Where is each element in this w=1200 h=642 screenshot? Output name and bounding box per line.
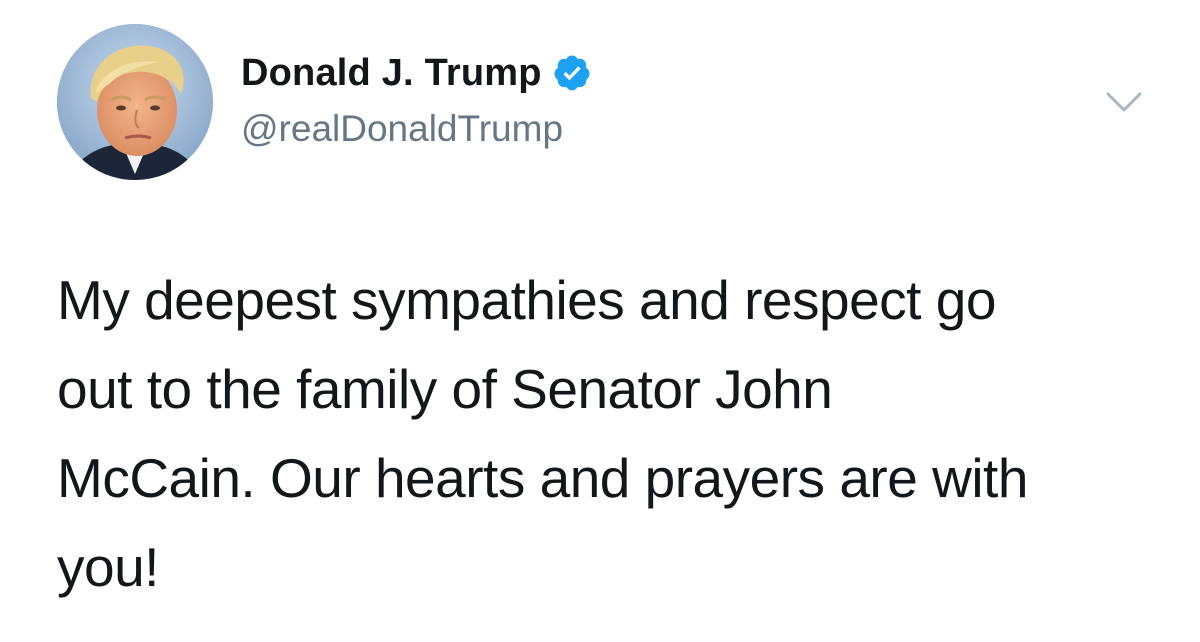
author-name-row[interactable]: Donald J. Trump <box>241 50 592 96</box>
verified-badge-icon <box>552 53 592 93</box>
tweet-text: My deepest sympathies and respect go out… <box>57 269 1028 598</box>
display-name[interactable]: Donald J. Trump <box>241 52 542 95</box>
author-handle[interactable]: @realDonaldTrump <box>241 108 563 150</box>
tweet-card: Donald J. Trump @realDonaldTrump My deep… <box>0 0 1200 642</box>
avatar[interactable] <box>57 24 213 180</box>
chevron-down-icon[interactable] <box>1104 88 1144 116</box>
